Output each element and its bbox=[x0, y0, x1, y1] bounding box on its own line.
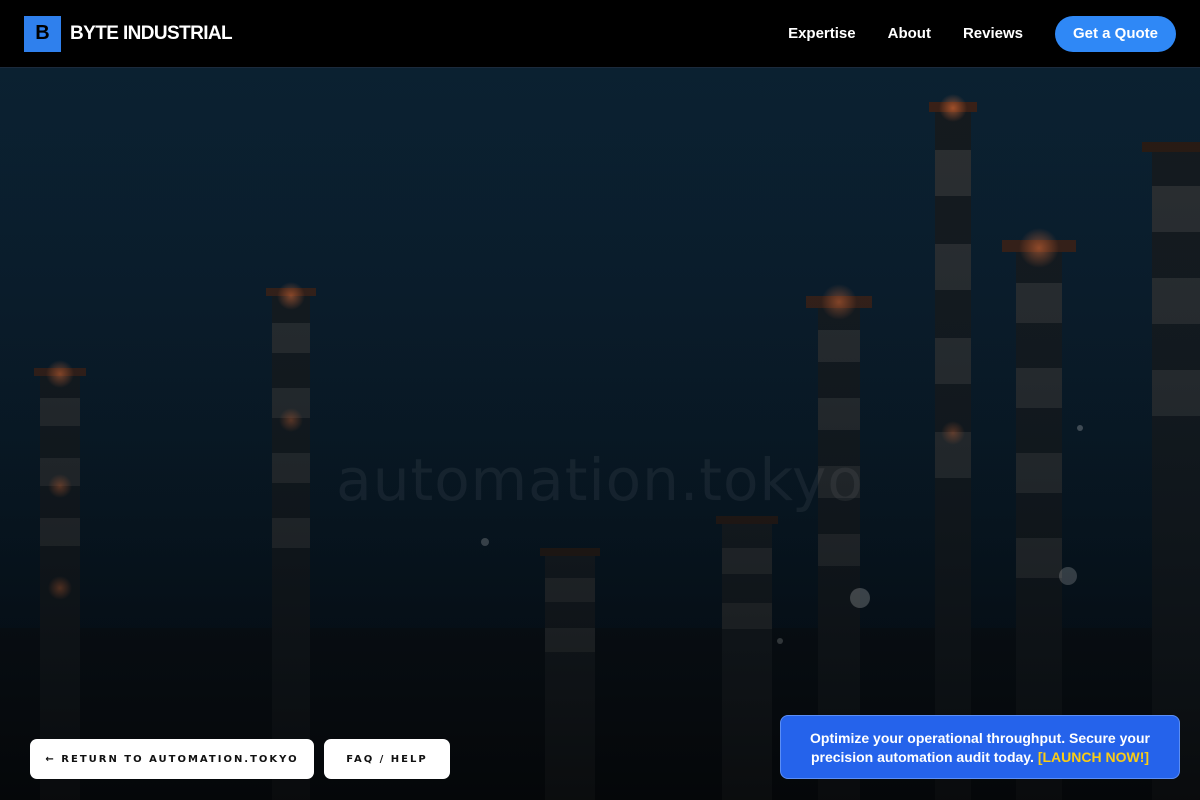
get-a-quote-button[interactable]: Get a Quote bbox=[1055, 15, 1176, 52]
nav-link-expertise[interactable]: Expertise bbox=[788, 25, 856, 42]
main-nav: Expertise About Reviews Get a Quote bbox=[788, 15, 1176, 52]
hero-section: automation.tokyo bbox=[0, 68, 1200, 800]
hero-background-image bbox=[0, 68, 1200, 800]
logo-mark-icon: B bbox=[24, 15, 61, 52]
site-header: B BYTE INDUSTRIAL Expertise About Review… bbox=[0, 0, 1200, 68]
brand-name: BYTE INDUSTRIAL bbox=[70, 22, 233, 44]
return-to-site-button[interactable]: ← RETURN TO AUTOMATION.TOKYO bbox=[30, 739, 314, 779]
nav-link-reviews[interactable]: Reviews bbox=[963, 25, 1023, 42]
promo-banner: Optimize your operational throughput. Se… bbox=[780, 715, 1180, 779]
brand-logo-link[interactable]: B BYTE INDUSTRIAL bbox=[24, 15, 233, 52]
nav-link-about[interactable]: About bbox=[888, 25, 931, 42]
faq-help-button[interactable]: FAQ / HELP bbox=[324, 739, 450, 779]
launch-now-link[interactable]: [LAUNCH NOW!] bbox=[1038, 749, 1149, 765]
